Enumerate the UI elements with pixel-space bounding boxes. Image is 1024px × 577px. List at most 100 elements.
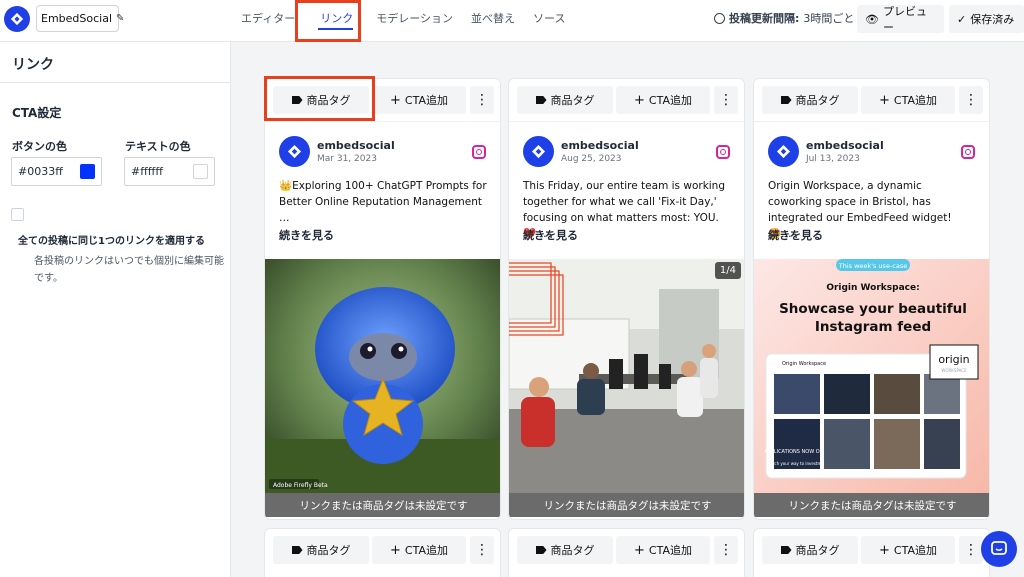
- tab-highlight-box: [295, 0, 361, 42]
- post-date: Mar 31, 2023: [317, 154, 377, 164]
- add-cta-button[interactable]: + CTA追加: [616, 86, 710, 114]
- clock-icon: [714, 12, 725, 24]
- poster-brand-sub: WORKSPACE: [941, 368, 967, 373]
- project-name: EmbedSocial: [41, 12, 113, 25]
- author-name: embedsocial: [317, 139, 395, 152]
- apply-all-label: 全ての投稿に同じ1つのリンクを適用する: [18, 236, 205, 247]
- card-divider: [265, 121, 500, 122]
- author-name: embedsocial: [561, 139, 639, 152]
- post-card: 商品タグ + CTA追加 ⋮: [508, 528, 745, 577]
- more-options-button[interactable]: ⋮: [959, 86, 983, 114]
- eye-icon: 👁: [865, 12, 879, 26]
- add-cta-button[interactable]: + CTA追加: [861, 536, 955, 564]
- author-name: embedsocial: [806, 139, 884, 152]
- read-more-link[interactable]: 続きを見る: [768, 227, 823, 243]
- logo-icon: [287, 144, 302, 159]
- top-bar: EmbedSocial ✎ エディター リンク モデレーション 並べ替え ソース…: [0, 0, 1024, 42]
- check-icon: ✓: [957, 12, 967, 26]
- office-photo: [509, 259, 744, 493]
- sidebar-divider: [0, 82, 231, 83]
- post-card: 商品タグ + CTA追加 ⋮: [264, 528, 501, 577]
- avatar: [523, 136, 554, 167]
- post-caption: 👑Exploring 100+ ChatGPT Prompts for Bett…: [279, 180, 487, 224]
- button-color-swatch[interactable]: [80, 164, 95, 179]
- product-tag-button[interactable]: 商品タグ: [517, 536, 613, 564]
- post-image[interactable]: Adobe Firefly Beta: [265, 259, 500, 493]
- more-options-button[interactable]: ⋮: [470, 86, 494, 114]
- no-link-notice: リンクまたは商品タグは未設定です: [265, 493, 500, 517]
- apply-all-checkbox[interactable]: [11, 208, 24, 221]
- post-card: 商品タグ + CTA追加 ⋮ embedsocial Aug 25, 2023 …: [508, 78, 745, 520]
- post-date: Jul 13, 2023: [806, 154, 860, 164]
- apply-all-description: 各投稿のリンクはいつでも個別に編集可能です。: [34, 256, 224, 284]
- add-cta-button[interactable]: + CTA追加: [861, 86, 955, 114]
- product-tag-button[interactable]: 商品タグ: [517, 86, 613, 114]
- media-counter: 1/4: [714, 262, 741, 279]
- card-toolbar: 商品タグ + CTA追加 ⋮: [754, 529, 989, 571]
- pencil-icon[interactable]: ✎: [116, 13, 124, 24]
- product-tag-button[interactable]: 商品タグ: [273, 536, 369, 564]
- logo-icon: [531, 144, 546, 159]
- post-image[interactable]: This week's use-case Origin Workspace: S…: [754, 259, 989, 493]
- no-link-notice: リンクまたは商品タグは未設定です: [509, 493, 744, 517]
- product-tag-highlight-box: [264, 76, 375, 121]
- plus-icon: +: [390, 542, 401, 558]
- tag-icon: [780, 96, 792, 104]
- preview-button[interactable]: 👁 プレビュー: [857, 5, 944, 34]
- svg-text:Instagram feed: Instagram feed: [815, 319, 931, 335]
- origin-workspace-poster: This week's use-case Origin Workspace: S…: [754, 259, 989, 493]
- more-vertical-icon: ⋮: [719, 542, 733, 558]
- avatar: [279, 136, 310, 167]
- more-options-button[interactable]: ⋮: [714, 86, 738, 114]
- more-options-button[interactable]: ⋮: [714, 536, 738, 564]
- update-interval-status: 投稿更新間隔: 3時間ごと: [714, 10, 854, 26]
- tab-editor[interactable]: エディター: [232, 0, 304, 42]
- product-tag-button[interactable]: 商品タグ: [762, 86, 858, 114]
- card-toolbar: 商品タグ + CTA追加 ⋮: [509, 529, 744, 571]
- tag-icon: [535, 96, 547, 104]
- no-link-notice: リンクまたは商品タグは未設定です: [754, 493, 989, 517]
- more-options-button[interactable]: ⋮: [470, 536, 494, 564]
- button-color-field[interactable]: #0033ff: [11, 157, 102, 186]
- text-color-swatch[interactable]: [193, 164, 208, 179]
- plus-icon: +: [634, 92, 645, 108]
- tab-sort[interactable]: 並べ替え: [462, 0, 524, 42]
- blue-creature-illustration: Adobe Firefly Beta: [265, 259, 500, 493]
- post-image[interactable]: 1/4: [509, 259, 744, 493]
- add-cta-button[interactable]: + CTA追加: [372, 536, 466, 564]
- poster-screen-title: Origin Workspace: [782, 361, 826, 367]
- chat-icon: [991, 541, 1007, 555]
- add-cta-button[interactable]: + CTA追加: [616, 536, 710, 564]
- saved-button[interactable]: ✓ 保存済み: [949, 5, 1024, 33]
- more-vertical-icon: ⋮: [964, 542, 978, 558]
- logo-icon: [776, 144, 791, 159]
- product-tag-button[interactable]: 商品タグ: [762, 536, 858, 564]
- instagram-icon: [716, 145, 730, 159]
- tag-icon: [291, 546, 303, 554]
- media-watermark: Adobe Firefly Beta: [273, 482, 328, 489]
- read-more-link[interactable]: 続きを見る: [279, 227, 334, 243]
- poster-subtitle: Origin Workspace:: [826, 283, 919, 293]
- button-color-label: ボタンの色: [12, 140, 67, 153]
- post-card: 商品タグ + CTA追加 ⋮: [753, 528, 990, 577]
- card-divider: [754, 121, 989, 122]
- more-vertical-icon: ⋮: [475, 92, 489, 108]
- read-more-link[interactable]: 続きを見る: [523, 227, 578, 243]
- embedsocial-logo[interactable]: [4, 6, 30, 32]
- poster-pill: This week's use-case: [838, 262, 907, 270]
- post-card: 商品タグ + CTA追加 ⋮ embedsocial Jul 13, 2023 …: [753, 78, 990, 520]
- main-tabs: エディター リンク モデレーション 並べ替え ソース: [232, 0, 574, 42]
- text-color-field[interactable]: #ffffff: [124, 157, 215, 186]
- card-toolbar: 商品タグ + CTA追加 ⋮: [509, 79, 744, 121]
- chat-widget-button[interactable]: [981, 531, 1017, 567]
- project-name-field[interactable]: EmbedSocial ✎: [36, 5, 124, 32]
- instagram-icon: [472, 145, 486, 159]
- tab-source[interactable]: ソース: [524, 0, 574, 42]
- more-vertical-icon: ⋮: [719, 92, 733, 108]
- instagram-icon: [961, 145, 975, 159]
- tag-icon: [535, 546, 547, 554]
- more-options-button[interactable]: ⋮: [959, 536, 983, 564]
- sidebar: リンク CTA設定 ボタンの色 #0033ff テキストの色 #ffffff 全…: [0, 42, 231, 577]
- add-cta-button[interactable]: + CTA追加: [372, 86, 466, 114]
- tab-moderation[interactable]: モデレーション: [367, 0, 462, 42]
